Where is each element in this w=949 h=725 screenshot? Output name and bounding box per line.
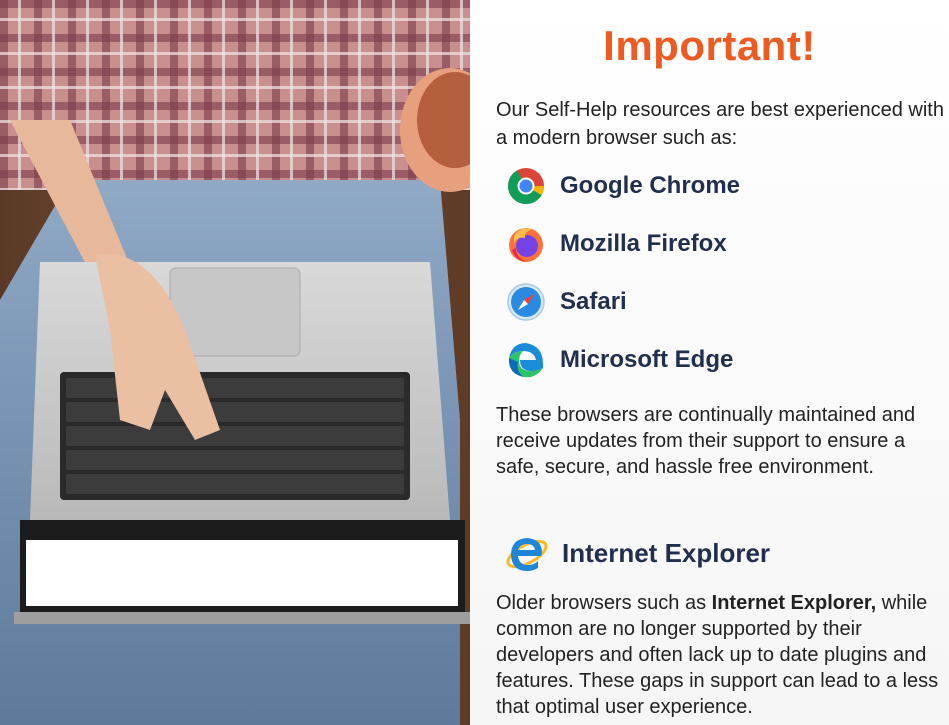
edge-icon [508, 343, 543, 378]
browser-item-safari: Safari [506, 282, 627, 322]
browser-item-chrome: Google Chrome [506, 166, 740, 206]
flyer: Important! Our Self-Help resources are b… [0, 0, 949, 725]
safari-icon [507, 283, 545, 321]
browser-item-firefox: Mozilla Firefox [506, 224, 727, 264]
page-title: Important! [603, 22, 816, 69]
browser-name: Mozilla Firefox [560, 230, 727, 257]
info-panel: Important! Our Self-Help resources are b… [470, 0, 949, 725]
intro-text: Our Self-Help resources are best experie… [496, 99, 944, 149]
browser-name: Safari [560, 288, 627, 315]
legacy-browser-name: Internet Explorer [562, 537, 771, 568]
internet-explorer-icon [506, 538, 548, 571]
firefox-icon [509, 228, 543, 262]
laptop-photo [0, 0, 470, 725]
legacy-text-prefix: Older browsers such as [496, 592, 712, 614]
browser-name: Microsoft Edge [560, 346, 734, 373]
browser-item-edge: Microsoft Edge [506, 340, 733, 380]
browser-name: Google Chrome [560, 172, 741, 199]
legacy-text-bold: Internet Explorer, [711, 592, 877, 614]
maintained-text: These browsers are continually maintaine… [496, 404, 916, 478]
legacy-browser-ie: Internet Explorer [504, 530, 770, 576]
legacy-text: Older browsers such as Internet Explorer… [496, 590, 944, 720]
chrome-icon [507, 168, 544, 205]
